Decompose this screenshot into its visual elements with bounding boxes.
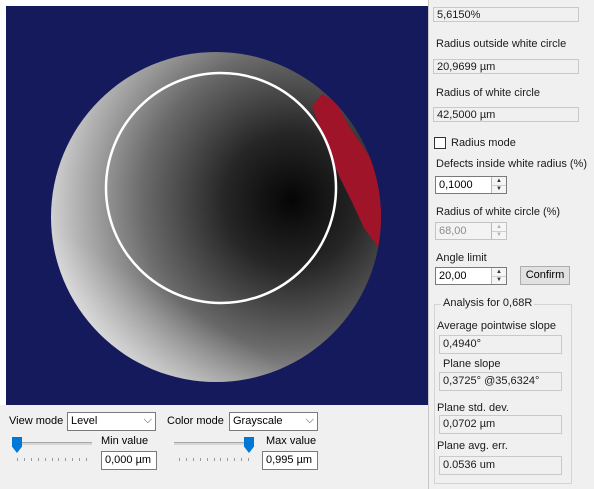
triangle-down-icon[interactable]: ▼ [492, 185, 506, 193]
view-mode-label: View mode [9, 415, 64, 427]
avg-slope-label: Average pointwise slope [437, 320, 557, 332]
slider-tick [45, 458, 46, 461]
slider-tick [24, 458, 25, 461]
display-controls: View mode Level ⌵ Color mode Grayscale ⌵… [0, 405, 428, 489]
angle-limit-label: Angle limit [436, 252, 487, 264]
radius-white-label: Radius of white circle [436, 87, 540, 99]
plane-std-value: 0,0702 µm [439, 415, 562, 434]
slider-tick [227, 458, 228, 461]
plane-slope-label: Plane slope [443, 358, 501, 370]
chevron-down-icon: ⌵ [305, 414, 314, 426]
slider-tick [241, 458, 242, 461]
slider-tick [214, 458, 215, 461]
slider-tick [31, 458, 32, 461]
slider-tick [248, 458, 249, 461]
radius-mode-label[interactable]: Radius mode [451, 137, 516, 149]
defects-spinbox[interactable]: 0,1000 ▲ ▼ [435, 176, 507, 194]
triangle-down-icon[interactable]: ▼ [492, 276, 506, 284]
slider-tick [86, 458, 87, 461]
slider-tick [234, 458, 235, 461]
max-slider-thumb[interactable] [244, 437, 254, 453]
radius-white-pct-label: Radius of white circle (%) [436, 206, 561, 218]
radius-white-pct-value: 68,00 [439, 225, 467, 237]
slider-tick [79, 458, 80, 461]
plane-avg-label: Plane avg. err. [437, 440, 508, 452]
plane-avg-value: 0.0536 um [439, 456, 562, 475]
slider-tick [17, 458, 18, 461]
color-mode-label: Color mode [167, 415, 224, 427]
max-slider-ticks [179, 458, 249, 461]
min-value-field[interactable]: 0,000 µm [101, 451, 157, 470]
surface-map-viewport[interactable] [6, 6, 428, 405]
view-mode-value: Level [71, 415, 98, 427]
slider-tick [186, 458, 187, 461]
plane-std-label: Plane std. dev. [437, 402, 509, 414]
confirm-button[interactable]: Confirm [520, 266, 570, 285]
max-slider-track[interactable] [174, 442, 254, 445]
angle-limit-value: 20,00 [439, 270, 467, 282]
min-slider-ticks [17, 458, 87, 461]
slider-tick [179, 458, 180, 461]
analysis-panel: 5,6150% Radius outside white circle 20,9… [428, 0, 594, 489]
slider-tick [200, 458, 201, 461]
min-slider-track[interactable] [12, 442, 92, 445]
triangle-down-icon: ▼ [496, 232, 502, 238]
angle-limit-spinbox[interactable]: 20,00 ▲ ▼ [435, 267, 507, 285]
color-mode-value: Grayscale [233, 415, 283, 427]
min-slider-thumb[interactable] [12, 437, 22, 453]
analysis-title: Analysis for 0,68R [441, 297, 535, 309]
slider-tick [207, 458, 208, 461]
color-mode-select[interactable]: Grayscale ⌵ [229, 412, 318, 431]
min-value-label: Min value [101, 435, 149, 447]
radius-mode-checkbox[interactable] [434, 137, 446, 149]
slider-tick [38, 458, 39, 461]
radius-outside-value: 20,9699 µm [433, 59, 579, 74]
max-value-label: Max value [266, 435, 317, 447]
percent-value: 5,6150% [433, 7, 579, 22]
slider-tick [193, 458, 194, 461]
surface-map [6, 6, 428, 405]
defects-label: Defects inside white radius (%) [436, 158, 588, 170]
slider-tick [65, 458, 66, 461]
chevron-down-icon: ⌵ [143, 414, 152, 426]
avg-slope-value: 0,4940° [439, 335, 562, 354]
view-mode-select[interactable]: Level ⌵ [67, 412, 156, 431]
radius-white-pct-spinbox: 68,00 ▲ ▼ [435, 222, 507, 240]
slider-tick [220, 458, 221, 461]
max-value-field[interactable]: 0,995 µm [262, 451, 318, 470]
radius-outside-label: Radius outside white circle [436, 38, 567, 50]
plane-slope-value: 0,3725° @35,6324° [439, 372, 562, 391]
radius-white-value: 42,5000 µm [433, 107, 579, 122]
defects-value: 0,1000 [439, 179, 473, 191]
slider-tick [52, 458, 53, 461]
slider-tick [72, 458, 73, 461]
slider-tick [58, 458, 59, 461]
